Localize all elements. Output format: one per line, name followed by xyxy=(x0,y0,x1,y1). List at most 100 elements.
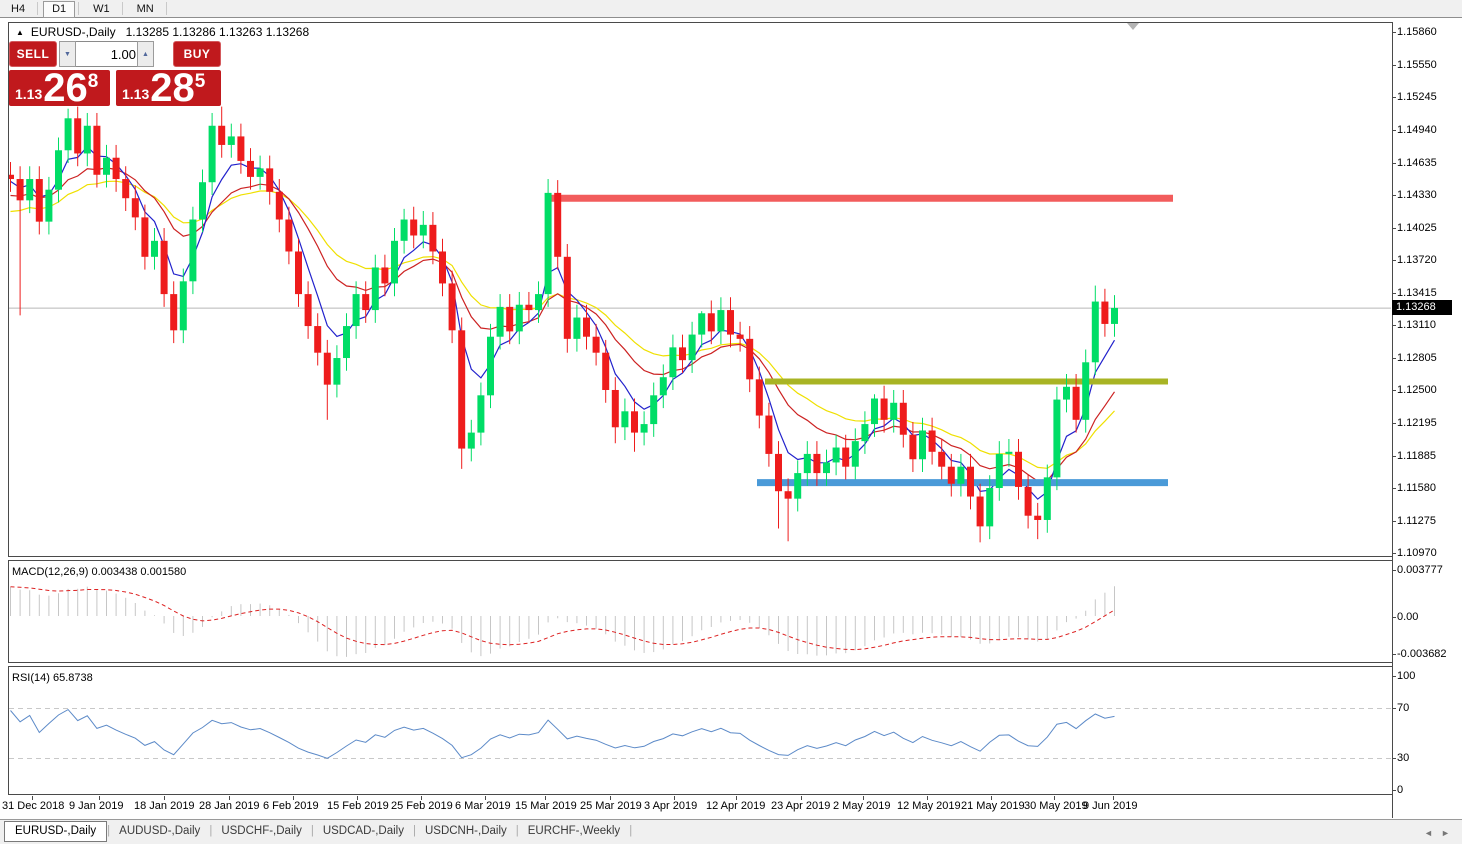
date-axis-label: 30 May 2019 xyxy=(1024,800,1088,812)
buy-price-quote[interactable]: 1.13 28 5 xyxy=(116,70,221,106)
price-axis-label: 1.10970 xyxy=(1397,547,1437,559)
timeframe-button-mn[interactable]: MN xyxy=(128,1,163,18)
price-axis-label: 1.11275 xyxy=(1397,515,1436,527)
volume-decrease-button[interactable]: ▼ xyxy=(59,41,76,67)
sell-button[interactable]: SELL xyxy=(9,41,57,67)
date-axis-label: 15 Mar 2019 xyxy=(515,800,577,812)
date-axis-tick xyxy=(485,796,486,800)
price-axis-label: 1.13110 xyxy=(1397,319,1436,331)
tabs-scroll-right-arrow[interactable]: ► xyxy=(1441,828,1450,838)
price-axis-label: 1.12805 xyxy=(1397,352,1437,364)
collapse-icon[interactable]: ▲ xyxy=(16,28,24,37)
price-axis-tick xyxy=(1392,390,1396,391)
buy-price-big: 28 xyxy=(150,72,195,105)
date-axis-label: 9 Jun 2019 xyxy=(1083,800,1137,812)
buy-button[interactable]: BUY xyxy=(173,41,221,67)
date-axis-tick xyxy=(229,796,230,800)
tab-usdcnh-daily[interactable]: USDCNH-,Daily xyxy=(416,821,516,837)
rsi-label: RSI(14) 65.8738 xyxy=(12,672,93,684)
chart-canvas[interactable] xyxy=(0,0,1462,843)
date-axis-label: 31 Dec 2018 xyxy=(2,800,64,812)
date-axis-tick xyxy=(357,796,358,800)
date-axis-label: 9 Jan 2019 xyxy=(69,800,123,812)
date-axis-tick xyxy=(991,796,992,800)
date-axis-label: 25 Feb 2019 xyxy=(391,800,453,812)
macd-label: MACD(12,26,9) 0.003438 0.001580 xyxy=(12,566,186,578)
one-click-trading-panel: SELL ▼ ▲ BUY 1.13 26 8 1.13 28 5 xyxy=(9,41,221,105)
timeframe-toolbar: H4 D1 W1 MN xyxy=(0,0,1462,18)
tab-usdcad-daily[interactable]: USDCAD-,Daily xyxy=(314,821,413,837)
timeframe-button-w1[interactable]: W1 xyxy=(84,1,119,18)
price-axis-tick xyxy=(1392,488,1396,489)
chart-title: ▲EURUSD-,Daily1.13285 1.13286 1.13263 1.… xyxy=(16,25,309,39)
date-axis-tick xyxy=(736,796,737,800)
date-axis-tick xyxy=(164,796,165,800)
price-axis-tick xyxy=(1392,130,1396,131)
date-axis-tick xyxy=(801,796,802,800)
date-axis-tick xyxy=(674,796,675,800)
rsi-line xyxy=(11,710,1115,759)
date-axis-label: 21 May 2019 xyxy=(961,800,1025,812)
indicator-axis-tick xyxy=(1392,676,1396,677)
date-axis-tick xyxy=(1054,796,1055,800)
sell-price-big: 26 xyxy=(43,72,88,105)
date-axis-label: 12 Apr 2019 xyxy=(706,800,765,812)
date-axis-label: 15 Feb 2019 xyxy=(327,800,389,812)
price-axis-label: 1.15550 xyxy=(1397,59,1437,71)
date-axis-tick xyxy=(927,796,928,800)
scroll-to-end-marker[interactable] xyxy=(1127,23,1139,30)
buy-price-sup: 5 xyxy=(195,71,206,93)
date-axis-label: 2 May 2019 xyxy=(833,800,890,812)
price-axis-tick xyxy=(1392,32,1396,33)
price-axis-tick xyxy=(1392,228,1396,229)
indicator-axis-tick xyxy=(1392,758,1396,759)
date-axis-label: 6 Mar 2019 xyxy=(455,800,511,812)
date-axis-tick xyxy=(863,796,864,800)
timeframe-button-h4[interactable]: H4 xyxy=(2,1,34,18)
date-axis-tick xyxy=(293,796,294,800)
indicator-axis-tick xyxy=(1392,570,1396,571)
volume-increase-button[interactable]: ▲ xyxy=(137,41,154,67)
date-axis-label: 23 Apr 2019 xyxy=(771,800,830,812)
price-axis-tick xyxy=(1392,553,1396,554)
price-axis-label: 1.13720 xyxy=(1397,254,1437,266)
date-axis-label: 18 Jan 2019 xyxy=(134,800,195,812)
price-axis-tick xyxy=(1392,325,1396,326)
indicator-axis-tick xyxy=(1392,617,1396,618)
indicator-axis-tick xyxy=(1392,654,1396,655)
volume-input[interactable] xyxy=(76,41,143,67)
price-axis-label: 1.14635 xyxy=(1397,157,1437,169)
tabs-scroll-left-arrow[interactable]: ◄ xyxy=(1424,828,1433,838)
timeframe-button-d1[interactable]: D1 xyxy=(43,1,75,18)
date-axis-label: 28 Jan 2019 xyxy=(199,800,260,812)
price-axis-label: 1.12500 xyxy=(1397,384,1437,396)
sell-price-quote[interactable]: 1.13 26 8 xyxy=(9,70,110,106)
toolbar-separator xyxy=(78,2,79,15)
price-axis-tick xyxy=(1392,260,1396,261)
date-axis-label: 25 Mar 2019 xyxy=(580,800,642,812)
date-axis-tick xyxy=(32,796,33,800)
date-axis-tick xyxy=(545,796,546,800)
price-axis-label: 1.15860 xyxy=(1397,26,1437,38)
date-axis-tick xyxy=(1113,796,1114,800)
date-axis-label: 6 Feb 2019 xyxy=(263,800,319,812)
tab-audusd-daily[interactable]: AUDUSD-,Daily xyxy=(110,821,209,837)
indicator-axis-label: 0.003777 xyxy=(1397,564,1443,576)
tab-eurusd-daily[interactable]: EURUSD-,Daily xyxy=(4,821,107,842)
price-axis-label: 1.14940 xyxy=(1397,124,1437,136)
price-axis-tick xyxy=(1392,65,1396,66)
date-axis-label: 3 Apr 2019 xyxy=(644,800,697,812)
chart-symbol-label: EURUSD-,Daily xyxy=(31,25,116,39)
tab-eurchf-weekly[interactable]: EURCHF-,Weekly xyxy=(519,821,629,837)
indicator-axis-label: 70 xyxy=(1397,702,1409,714)
macd-group xyxy=(11,586,1115,657)
indicator-axis-label: 30 xyxy=(1397,752,1409,764)
spinner-down-icon: ▼ xyxy=(64,51,71,58)
toolbar-separator xyxy=(122,2,123,15)
toolbar-separator xyxy=(37,2,38,15)
tab-usdchf-daily[interactable]: USDCHF-,Daily xyxy=(212,821,311,837)
tab-separator: | xyxy=(629,821,632,837)
price-axis-tick xyxy=(1392,358,1396,359)
indicator-axis-tick xyxy=(1392,708,1396,709)
price-axis-label: 1.11885 xyxy=(1397,450,1436,462)
